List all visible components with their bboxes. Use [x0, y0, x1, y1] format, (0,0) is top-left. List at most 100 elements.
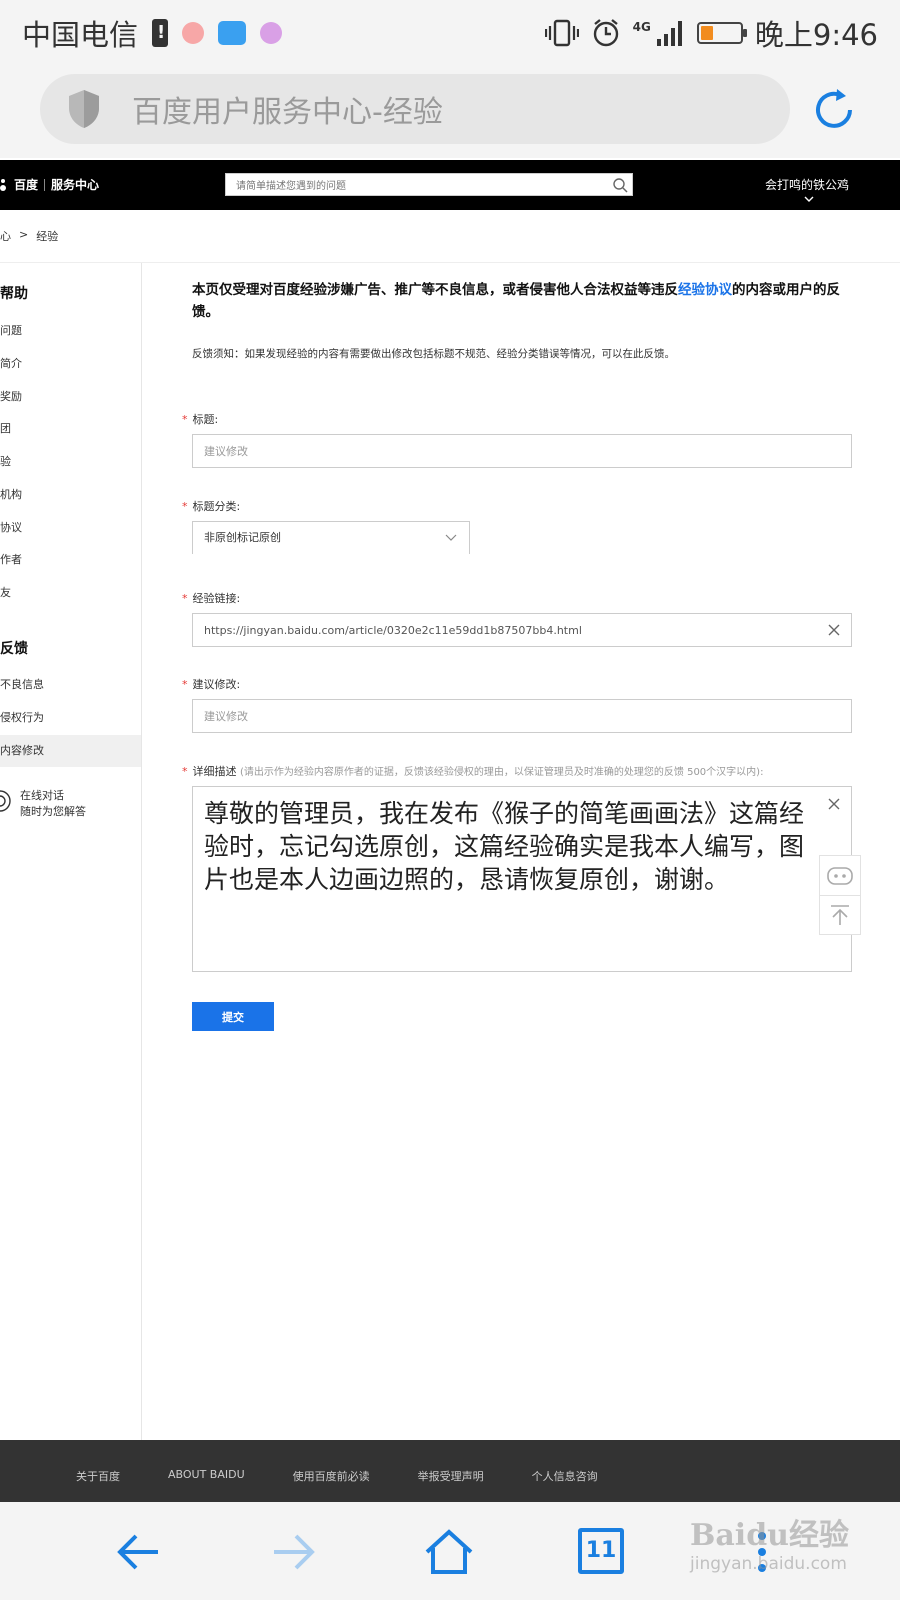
- clock: 晚上9:46: [754, 18, 878, 52]
- title-input[interactable]: [193, 435, 793, 467]
- link-label: * 经验链接:: [182, 590, 240, 606]
- logo-section: 服务中心: [51, 178, 100, 192]
- shield-icon: [69, 90, 99, 128]
- agreement-link[interactable]: 经验协议: [678, 282, 732, 298]
- submit-button[interactable]: 提交: [192, 1002, 274, 1031]
- link-input[interactable]: [193, 614, 793, 646]
- help-search-box: [225, 173, 633, 197]
- sidebar-group-help: 帮助: [0, 286, 28, 302]
- detail-text: 尊敬的管理员，我在发布《猴子的简笔画画法》这篇经验时，忘记勾选原创，这篇经验确实…: [204, 799, 805, 894]
- site-header: 百度 服务中心 会打鸣的铁公鸡: [0, 160, 900, 210]
- chat-icon: [0, 790, 11, 812]
- search-icon[interactable]: [612, 177, 628, 193]
- battery-warning-icon: [152, 19, 169, 47]
- vibrate-icon: [544, 19, 579, 47]
- battery-icon: [696, 22, 747, 44]
- link-field: [192, 613, 852, 647]
- feedback-hint: 反馈须知：如果发现经验的内容有需要做出修改包括标题不规范、经验分类错误等情况，可…: [192, 348, 675, 360]
- close-icon[interactable]: [827, 623, 841, 637]
- reload-icon[interactable]: [810, 86, 858, 134]
- footer-link[interactable]: 个人信息咨询: [532, 1468, 598, 1484]
- category-select[interactable]: 非原创标记原创: [192, 521, 470, 554]
- required-mark: *: [182, 592, 188, 605]
- required-mark: *: [182, 678, 188, 691]
- page-title: 百度用户服务中心-经验: [132, 95, 443, 130]
- arrow-up-icon: [831, 905, 849, 925]
- label-text: 标题:: [192, 413, 219, 426]
- status-bar: 中国电信 4G 晚上9:46: [0, 0, 900, 62]
- browser-address-bar: 百度用户服务中心-经验: [0, 62, 900, 158]
- logo-divider: [44, 178, 46, 191]
- back-arrow-icon[interactable]: [110, 1524, 166, 1580]
- customer-service-button[interactable]: [820, 856, 860, 895]
- sidebar-item[interactable]: 团: [0, 413, 141, 445]
- watermark-brand: Baidu经验: [690, 1518, 849, 1553]
- signal-icon: [656, 21, 682, 46]
- breadcrumb-parent[interactable]: 心: [0, 228, 11, 244]
- sidebar-item-infringement[interactable]: 侵权行为: [0, 702, 141, 734]
- suggest-input[interactable]: [193, 700, 793, 732]
- watermark: Baidu经验 jingyan.baidu.com: [690, 1510, 880, 1590]
- title-field: [192, 434, 852, 468]
- sidebar-item[interactable]: 奖励: [0, 381, 141, 413]
- forward-arrow-icon[interactable]: [266, 1524, 322, 1580]
- home-icon[interactable]: [421, 1524, 477, 1580]
- message-notification-icon: [218, 21, 247, 45]
- notice-part: 本页仅受理对百度经验涉嫌广告、推广等不良信息，或者侵害他人合法权益等违反: [192, 282, 678, 298]
- sidebar-item[interactable]: 简介: [0, 348, 141, 380]
- floating-toolbar: [819, 855, 861, 935]
- breadcrumb: 心 > 经验: [0, 228, 58, 244]
- back-to-top-button[interactable]: [820, 895, 860, 934]
- sidebar-item-bad-info[interactable]: 不良信息: [0, 669, 141, 701]
- detail-hint: (请出示作为经验内容原作者的证据，反馈该经验侵权的理由，以保证管理员及时准确的处…: [240, 767, 764, 778]
- sidebar-item[interactable]: 友: [0, 577, 141, 609]
- url-field[interactable]: 百度用户服务中心-经验: [40, 74, 790, 144]
- breadcrumb-current: 经验: [36, 230, 59, 243]
- footer-link[interactable]: ABOUT BAIDU: [168, 1468, 245, 1484]
- footer-link[interactable]: 使用百度前必读: [293, 1468, 370, 1484]
- footer-link[interactable]: 举报受理声明: [418, 1468, 484, 1484]
- app-notification-icon: [182, 22, 205, 44]
- sidebar-item[interactable]: 作者: [0, 544, 141, 576]
- sidebar-item[interactable]: 验: [0, 446, 141, 478]
- sidebar-item[interactable]: 机构: [0, 479, 141, 511]
- robot-icon: [827, 866, 853, 885]
- tabs-button[interactable]: 11: [578, 1528, 624, 1574]
- alarm-icon: [593, 19, 618, 47]
- category-label: * 标题分类:: [182, 498, 240, 514]
- title-label: * 标题:: [182, 411, 218, 427]
- paw-icon: [0, 178, 6, 191]
- detail-label: * 详细描述 (请出示作为经验内容原作者的证据，反馈该经验侵权的理由，以保证管理员…: [182, 763, 763, 779]
- required-mark: *: [182, 500, 188, 513]
- carrier-name: 中国电信: [22, 18, 139, 52]
- label-text: 经验链接:: [192, 592, 241, 605]
- required-mark: *: [182, 413, 188, 426]
- help-search-input[interactable]: [226, 176, 596, 197]
- logo-brand: 百度: [14, 178, 39, 192]
- detail-textarea[interactable]: 尊敬的管理员，我在发布《猴子的简笔画画法》这篇经验时，忘记勾选原创，这篇经验确实…: [192, 786, 852, 972]
- chevron-down-icon: [445, 534, 457, 541]
- chat-title: 在线对话: [20, 789, 64, 802]
- notice-text: 本页仅受理对百度经验涉嫌广告、推广等不良信息，或者侵害他人合法权益等违反经验协议…: [192, 279, 852, 323]
- close-icon[interactable]: [827, 797, 841, 811]
- label-text: 详细描述: [192, 765, 237, 778]
- required-mark: *: [182, 765, 188, 778]
- category-value: 非原创标记原创: [204, 531, 281, 544]
- suggest-label: * 建议修改:: [182, 676, 240, 692]
- breadcrumb-separator: >: [19, 228, 29, 241]
- online-chat-link[interactable]: 在线对话 随时为您解答: [0, 788, 86, 820]
- app-notification-icon-2: [260, 22, 283, 44]
- sidebar-item[interactable]: 协议: [0, 512, 141, 544]
- chevron-down-icon[interactable]: [804, 195, 814, 203]
- sidebar: 帮助 问题 简介 奖励 团 验 机构 协议 作者 友 反馈 不良信息 侵权行为 …: [0, 263, 142, 1440]
- suggest-field: [192, 699, 852, 733]
- sidebar-group-feedback: 反馈: [0, 641, 28, 657]
- sidebar-item-content-edit[interactable]: 内容修改: [0, 735, 141, 767]
- footer-link[interactable]: 关于百度: [76, 1468, 120, 1484]
- chat-subtitle: 随时为您解答: [20, 805, 86, 818]
- site-footer: 关于百度 ABOUT BAIDU 使用百度前必读 举报受理声明 个人信息咨询: [0, 1440, 900, 1502]
- sidebar-item[interactable]: 问题: [0, 315, 141, 347]
- user-menu[interactable]: 会打鸣的铁公鸡: [765, 176, 849, 193]
- network-type: 4G: [632, 20, 651, 34]
- baidu-logo[interactable]: 百度 服务中心: [0, 176, 99, 193]
